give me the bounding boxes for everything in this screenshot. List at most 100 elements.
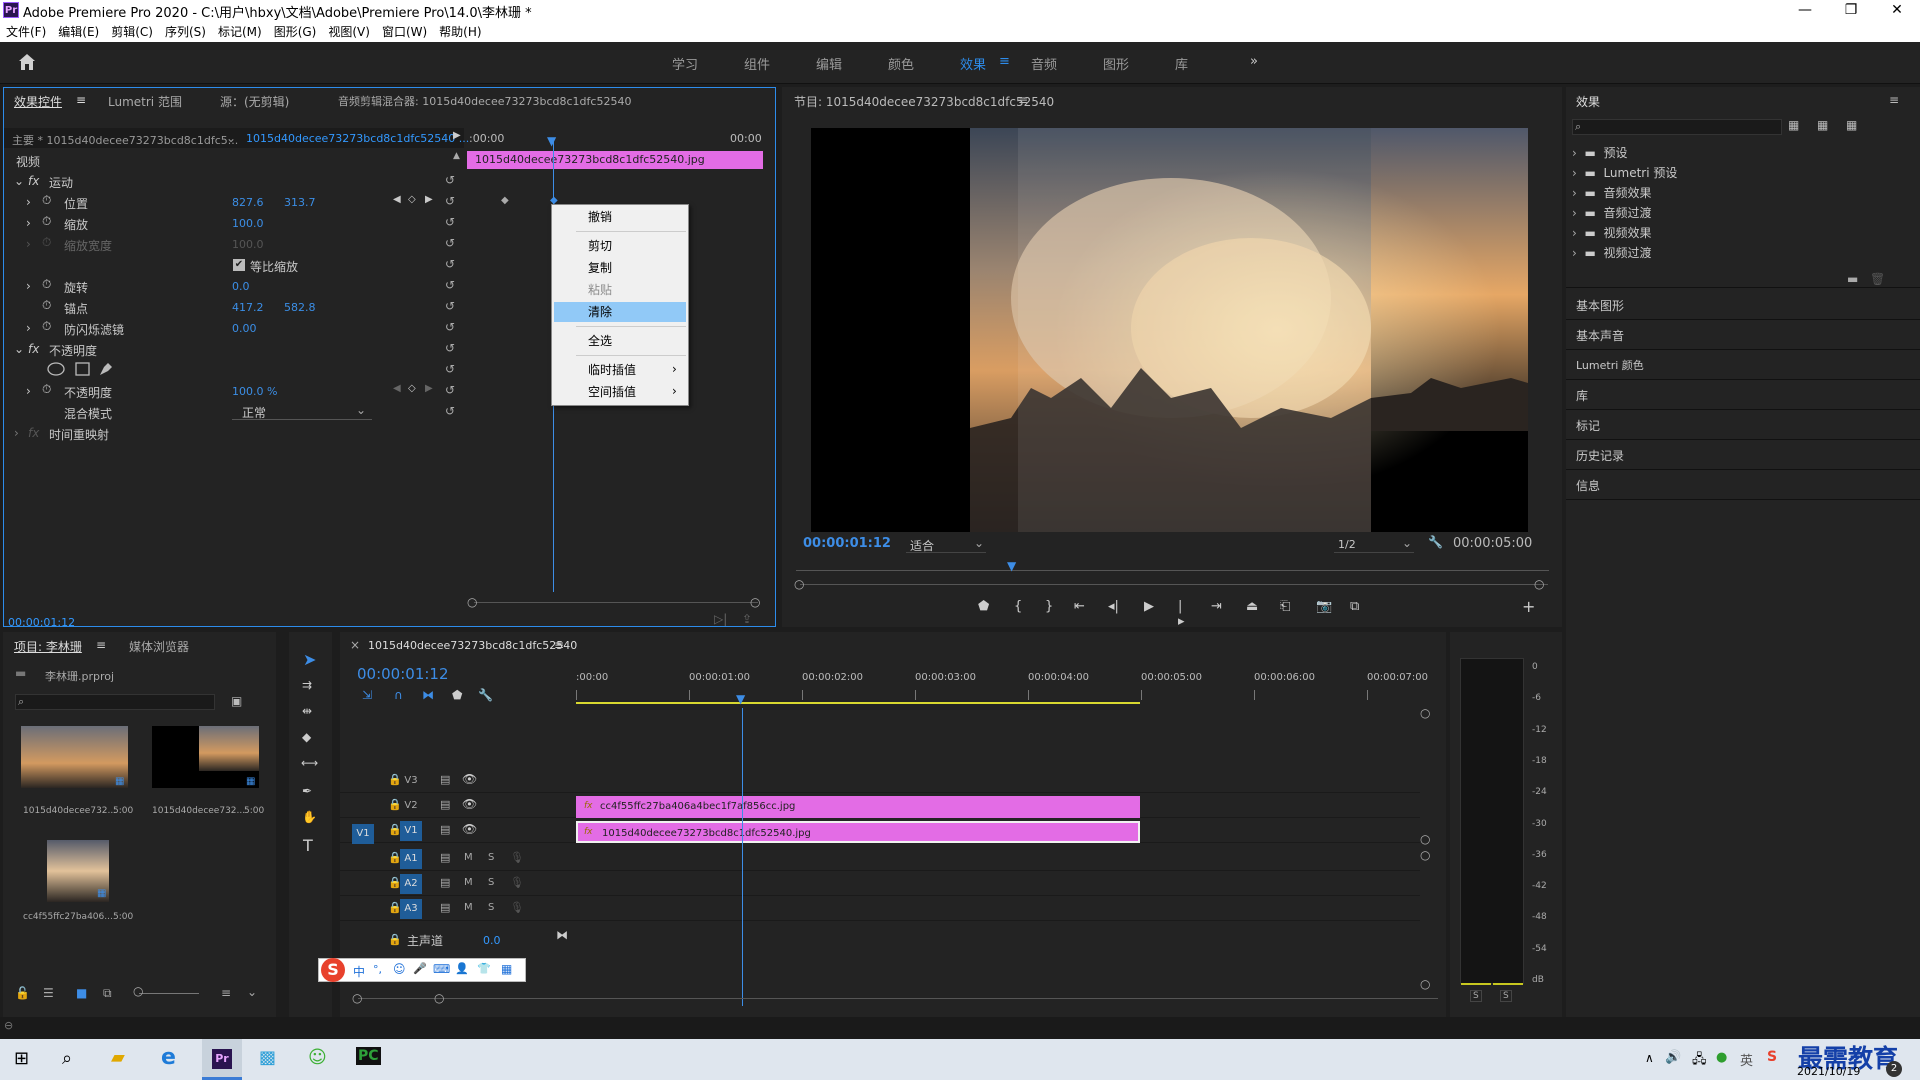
opacity-value[interactable]: 100.0 % <box>232 385 277 398</box>
tray-app-icon[interactable]: ● <box>1716 1050 1727 1065</box>
menu-clear[interactable]: 清除 <box>554 302 686 322</box>
tab-source[interactable]: 源：(无剪辑) <box>220 93 289 110</box>
hand-tool-icon[interactable]: ✋ <box>302 810 317 824</box>
wechat-icon[interactable]: ☺ <box>308 1047 327 1068</box>
menu-sequence[interactable]: 序列(S) <box>159 20 212 40</box>
ws-color[interactable]: 颜色 <box>888 54 914 73</box>
panel-markers[interactable]: 标记 <box>1576 417 1600 434</box>
icon-view-icon[interactable]: ■ <box>76 986 87 1000</box>
menu-view[interactable]: 视图(V) <box>322 20 376 40</box>
add-keyframe-icon[interactable]: ◇ <box>408 194 416 205</box>
solo-button[interactable]: S <box>488 852 494 863</box>
sync-lock-icon[interactable]: ▤ <box>440 798 450 811</box>
search-icon[interactable]: ⌕ <box>62 1048 72 1069</box>
ws-editing[interactable]: 编辑 <box>816 54 842 73</box>
scroll-handle-icon[interactable]: ○ <box>750 595 760 609</box>
reset-icon[interactable]: ↺ <box>445 275 459 296</box>
ime-voice-icon[interactable]: 🎤 <box>413 962 427 975</box>
timeline-clip-v1[interactable]: 1015d40decee73273bcd8c1dfc52540.jpg <box>576 821 1140 843</box>
panel-essential-graphics[interactable]: 基本图形 <box>1576 297 1624 314</box>
sogou-tray-icon[interactable]: S <box>1767 1049 1777 1065</box>
effects-item-presets[interactable]: › ▬ 预设 <box>1572 144 1772 164</box>
prev-keyframe-icon[interactable]: ◀ <box>393 194 401 205</box>
reset-icon[interactable]: ↺ <box>445 233 459 254</box>
fx-icon[interactable]: fx <box>28 174 39 188</box>
next-keyframe-icon[interactable]: ▶ <box>425 383 433 394</box>
menu-paste[interactable]: 粘贴 <box>554 280 686 300</box>
minimize-button[interactable]: — <box>1782 0 1828 20</box>
app-icon[interactable]: ▩ <box>259 1047 276 1068</box>
tab-project[interactable]: 项目: 李林珊 <box>14 638 82 655</box>
menu-edit[interactable]: 编辑(E) <box>52 20 105 40</box>
razor-tool-icon[interactable]: ◆ <box>302 730 311 744</box>
notification-badge[interactable]: 2 <box>1886 1061 1902 1077</box>
ime-keyboard-icon[interactable]: ⌨ <box>433 962 450 976</box>
tab-lumetri-scopes[interactable]: Lumetri 范围 <box>108 93 182 110</box>
sort-icon[interactable]: ≡ <box>221 986 231 1000</box>
add-marker-icon[interactable]: ⬟ <box>978 599 989 614</box>
expand-chevron-icon[interactable]: › <box>26 195 31 209</box>
resolution-dropdown[interactable]: 1/2 ⌄ <box>1334 535 1414 553</box>
chevron-down-icon[interactable]: ⌄ <box>247 985 257 999</box>
chevron-icon[interactable]: ⌄ <box>14 342 24 356</box>
settings-wrench-icon[interactable]: 🔧 <box>478 688 493 702</box>
program-video-frame[interactable] <box>811 128 1528 532</box>
expand-chevron-icon[interactable]: › <box>26 384 31 398</box>
stopwatch-icon[interactable]: ⏱ <box>42 298 51 313</box>
mute-button[interactable]: M <box>464 877 473 888</box>
rotation-value[interactable]: 0.0 <box>232 280 250 293</box>
freeform-view-icon[interactable]: ⧉ <box>103 986 112 1001</box>
panel-menu-icon[interactable]: ≡ <box>1889 93 1899 107</box>
zoom-dropdown[interactable]: 适合 ⌄ <box>906 535 986 553</box>
reset-icon[interactable]: ↺ <box>445 296 459 317</box>
panel-lumetri-color[interactable]: Lumetri 颜色 <box>1576 357 1644 373</box>
work-area-bar[interactable] <box>576 702 1140 704</box>
pen-mask-icon[interactable] <box>100 363 112 375</box>
reset-icon[interactable]: ↺ <box>445 170 459 191</box>
add-marker-icon[interactable]: ⬟ <box>452 688 462 702</box>
sync-lock-icon[interactable]: ▤ <box>440 823 450 836</box>
timeline-playhead[interactable] <box>742 708 743 1006</box>
ime-toolbox-icon[interactable]: ▦ <box>501 962 512 976</box>
tab-audio-clip-mixer[interactable]: 音频剪辑混合器: 1015d40decee73273bcd8c1dfc52540 <box>338 93 631 109</box>
scroll-up-icon[interactable]: ▲ <box>453 151 460 161</box>
scroll-handle-icon[interactable]: ○ <box>434 991 444 1005</box>
lock-icon[interactable]: 🔒 <box>388 933 402 946</box>
effects-item-audio-transitions[interactable]: › ▬ 音频过渡 <box>1572 204 1772 224</box>
accelerated-effects-icon[interactable]: ▦ <box>1788 118 1799 132</box>
go-to-out-icon[interactable]: ⇥ <box>1211 599 1222 614</box>
network-icon[interactable]: 🖧 <box>1692 1050 1707 1072</box>
microphone-icon[interactable]: 🎙 <box>510 901 524 914</box>
mute-button[interactable]: M <box>464 902 473 913</box>
menu-file[interactable]: 文件(F) <box>0 20 52 40</box>
master-volume-value[interactable]: 0.0 <box>483 934 501 947</box>
solo-right-button[interactable]: S <box>1500 990 1512 1002</box>
nest-sequence-icon[interactable]: ⇲ <box>362 688 372 702</box>
project-search-input[interactable]: ⌕ <box>15 694 215 710</box>
close-tab-icon[interactable]: × <box>350 638 360 652</box>
effects-item-video-effects[interactable]: › ▬ 视频效果 <box>1572 224 1772 244</box>
panel-menu-icon[interactable]: ≡ <box>96 638 106 652</box>
ec-playhead-handle[interactable]: ▼ <box>547 134 556 148</box>
expand-chevron-icon[interactable]: › <box>26 279 31 293</box>
position-y-value[interactable]: 313.7 <box>284 196 316 209</box>
ws-menu-icon[interactable]: ≡ <box>999 54 1010 69</box>
add-keyframe-icon[interactable]: ◇ <box>408 383 416 394</box>
eye-icon[interactable]: 👁 <box>462 797 477 811</box>
sync-lock-icon[interactable]: ▤ <box>440 876 450 889</box>
anchor-y-value[interactable]: 582.8 <box>284 301 316 314</box>
ec-zoom-scrollbar[interactable] <box>474 602 758 603</box>
tray-lang-icon[interactable]: 英 <box>1740 1050 1753 1069</box>
effects-item-audio-effects[interactable]: › ▬ 音频效果 <box>1572 184 1772 204</box>
track-target-a2[interactable]: A2 <box>400 874 422 894</box>
blend-mode-dropdown[interactable]: 正常 ⌄ <box>232 402 372 420</box>
eye-icon[interactable]: 👁 <box>462 822 477 836</box>
track-select-tool-icon[interactable]: ⇉ <box>302 678 312 692</box>
menu-clip[interactable]: 剪辑(C) <box>105 20 159 40</box>
track-target-v1[interactable]: V1 <box>400 821 422 841</box>
selection-tool-icon[interactable]: ➤ <box>303 650 316 669</box>
solo-button[interactable]: S <box>488 877 494 888</box>
track-target-a3[interactable]: A3 <box>400 899 422 919</box>
chevron-icon[interactable]: ⌄ <box>14 174 24 188</box>
eye-icon[interactable]: 👁 <box>462 772 477 786</box>
